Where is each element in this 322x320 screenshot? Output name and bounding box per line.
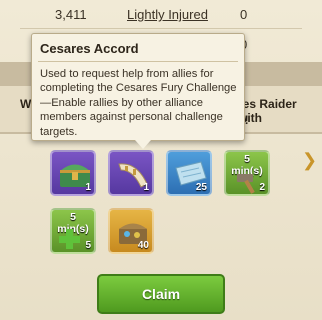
banner-text-right: res Raider with bbox=[238, 97, 297, 125]
reward-item[interactable]: 1 bbox=[50, 150, 96, 196]
item-quantity: 2 bbox=[259, 182, 265, 193]
reward-item[interactable]: 25 bbox=[166, 150, 212, 196]
chevron-right-icon[interactable]: ❯ bbox=[302, 150, 317, 171]
banner-text-left: W bbox=[20, 97, 32, 111]
tooltip-description: Used to request help from allies for com… bbox=[40, 68, 237, 138]
item-quantity: 1 bbox=[143, 182, 149, 193]
claim-button[interactable]: Claim bbox=[97, 274, 225, 314]
stat-value: 3,411 bbox=[55, 7, 87, 22]
item-quantity: 1 bbox=[85, 182, 91, 193]
reward-item-cesares-accord[interactable]: 1 bbox=[108, 150, 154, 196]
stat-row: 3,411 Lightly Injured 0 bbox=[0, 0, 322, 30]
item-tooltip: Cesares Accord Used to request help from… bbox=[31, 33, 245, 149]
item-quantity: 25 bbox=[195, 182, 207, 193]
tooltip-divider bbox=[38, 61, 238, 62]
stat-count: 0 bbox=[240, 7, 248, 22]
reward-item[interactable]: 40 bbox=[108, 208, 154, 254]
stat-label[interactable]: Lightly Injured bbox=[127, 7, 208, 22]
tooltip-pointer bbox=[135, 140, 151, 149]
item-quantity: 40 bbox=[137, 240, 149, 251]
reward-item[interactable]: 5 min(s) 2 bbox=[224, 150, 270, 196]
item-quantity: 5 bbox=[85, 240, 91, 251]
divider bbox=[20, 28, 302, 29]
tooltip-title: Cesares Accord bbox=[40, 41, 139, 56]
reward-item[interactable]: 5 min(s) 5 bbox=[50, 208, 96, 254]
